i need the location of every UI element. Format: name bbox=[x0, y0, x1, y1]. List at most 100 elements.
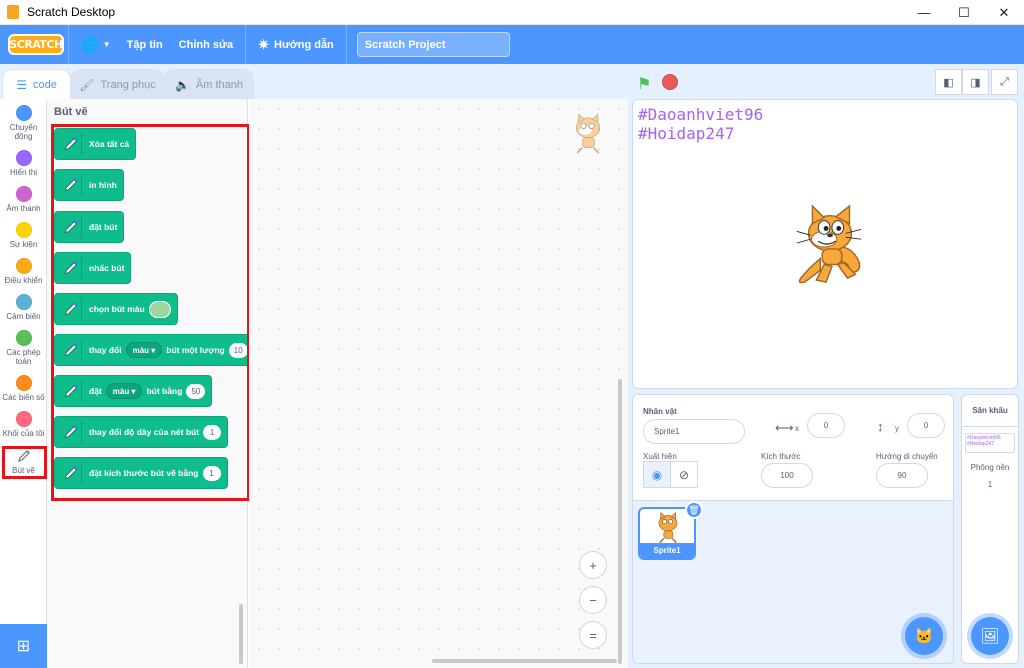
extension-icon: ⊞ bbox=[16, 638, 31, 655]
pen-blocks-highlight bbox=[51, 124, 250, 501]
workspace-vertical-scrollbar[interactable] bbox=[618, 379, 622, 664]
category-menu: Chuyển động Hiển thị Âm thanh Sự kiện Đi… bbox=[0, 99, 47, 624]
backdrops-count: 1 bbox=[987, 480, 993, 489]
category-looks[interactable]: Hiển thị bbox=[0, 150, 47, 177]
tab-costumes[interactable]: 🖌 Trang phục bbox=[70, 69, 165, 99]
zoom-out-icon: − bbox=[589, 592, 597, 608]
x-arrows-icon: ⟷ bbox=[775, 420, 794, 435]
category-motion[interactable]: Chuyển động bbox=[0, 105, 47, 141]
small-stage-button[interactable]: ◧ bbox=[935, 69, 962, 95]
category-dot bbox=[15, 411, 32, 427]
tab-code-label: code bbox=[32, 78, 57, 91]
sprite-list: Sprite1 🗑 🐱 bbox=[633, 501, 953, 663]
tutorials-menu[interactable]: ✷ Hướng dẫn bbox=[250, 25, 342, 64]
menu-divider bbox=[245, 25, 247, 64]
maximize-button[interactable]: ☐ bbox=[944, 0, 984, 25]
scratch-logo[interactable]: SCRATCH bbox=[8, 34, 64, 55]
category-sound[interactable]: Âm thanh bbox=[0, 186, 47, 213]
category-my-blocks[interactable]: Khối của tôi bbox=[0, 411, 47, 438]
large-stage-button[interactable]: ◨ bbox=[962, 69, 989, 95]
eye-slash-icon: ⊘ bbox=[678, 467, 690, 482]
image-add-icon: 🖼 bbox=[980, 628, 1000, 645]
globe-icon: 🌐 bbox=[81, 36, 100, 54]
sprite-thumbnail bbox=[658, 512, 678, 544]
zoom-in-button[interactable]: + bbox=[579, 551, 607, 579]
stage-canvas[interactable]: #Daoanhviet96 #Hoidap247 bbox=[632, 99, 1018, 389]
show-sprite-button[interactable]: ◉ bbox=[643, 461, 671, 488]
tab-costumes-label: Trang phục bbox=[100, 78, 156, 91]
y-input[interactable]: 0 bbox=[907, 413, 945, 438]
size-label: Kích thước bbox=[761, 452, 801, 461]
palette-scrollbar[interactable] bbox=[239, 604, 243, 664]
project-title-input[interactable]: Scratch Project bbox=[356, 32, 510, 57]
category-operators[interactable]: Các phép toán bbox=[0, 330, 47, 366]
edit-menu[interactable]: Chỉnh sửa bbox=[171, 25, 241, 64]
menu-divider bbox=[345, 25, 347, 64]
tutorials-label: Hướng dẫn bbox=[274, 38, 334, 51]
palette-heading: Bút vẽ bbox=[54, 106, 88, 118]
tab-code[interactable]: ☰ code bbox=[2, 69, 71, 99]
pen-category-highlight bbox=[2, 446, 47, 479]
close-button[interactable]: ✕ bbox=[984, 0, 1024, 25]
category-dot bbox=[15, 375, 32, 391]
chevron-down-icon: ▼ bbox=[102, 40, 111, 49]
category-sensing[interactable]: Cảm biến bbox=[0, 294, 47, 321]
file-menu[interactable]: Tập tin bbox=[119, 25, 171, 64]
tab-sounds-label: Âm thanh bbox=[195, 78, 244, 91]
lightbulb-icon: ✷ bbox=[258, 36, 269, 52]
cat-add-icon: 🐱 bbox=[914, 628, 934, 645]
x-input[interactable]: 0 bbox=[807, 413, 845, 438]
menu-divider bbox=[68, 25, 69, 64]
sprite-name-label: Nhân vật bbox=[643, 407, 677, 416]
app-icon bbox=[7, 5, 19, 19]
category-dot bbox=[15, 330, 32, 346]
stage-text-line: #Daoanhviet96 bbox=[638, 105, 764, 124]
script-workspace[interactable]: + − = bbox=[249, 99, 628, 668]
window-title: Scratch Desktop bbox=[27, 5, 116, 19]
category-dot bbox=[15, 105, 32, 121]
tab-sounds[interactable]: 🔈 Âm thanh bbox=[164, 69, 254, 99]
category-variables[interactable]: Các biến số bbox=[0, 375, 47, 402]
zoom-out-button[interactable]: − bbox=[579, 586, 607, 614]
stage-text: #Daoanhviet96 #Hoidap247 bbox=[638, 105, 763, 143]
sprite-watermark-icon bbox=[575, 113, 601, 154]
add-extension-button[interactable]: ⊞ bbox=[0, 624, 47, 668]
category-dot bbox=[15, 294, 32, 310]
hide-sprite-button[interactable]: ⊘ bbox=[670, 461, 698, 488]
stage-selector[interactable]: Sân khấu #Daoanhviet96 #Hoidap247 Phông … bbox=[961, 394, 1019, 664]
backdrops-label: Phông nền bbox=[970, 463, 1010, 472]
size-input[interactable]: 100 bbox=[761, 463, 813, 488]
category-dot bbox=[15, 150, 32, 166]
code-icon: ☰ bbox=[16, 77, 27, 92]
stage-panel-title: Sân khấu bbox=[962, 395, 1018, 427]
fullscreen-button[interactable]: ⤢ bbox=[991, 69, 1018, 95]
fullscreen-icon: ⤢ bbox=[1000, 75, 1009, 88]
choose-sprite-button[interactable]: 🐱 bbox=[905, 617, 943, 655]
sprite-name-input[interactable]: Sprite1 bbox=[643, 419, 745, 444]
stage-section: ⚑ ◧ ◨ ⤢ #Daoanhviet96 #Hoidap247 Nhân vậ… bbox=[628, 64, 1024, 668]
category-control[interactable]: Điều khiển bbox=[0, 258, 47, 285]
zoom-reset-button[interactable]: = bbox=[579, 621, 607, 649]
cat-sprite[interactable] bbox=[791, 204, 869, 288]
choose-backdrop-button[interactable]: 🖼 bbox=[971, 617, 1009, 655]
category-dot bbox=[15, 186, 32, 202]
language-menu[interactable]: 🌐 ▼ bbox=[73, 25, 119, 64]
workspace-horizontal-scrollbar[interactable] bbox=[432, 659, 617, 663]
menu-bar: SCRATCH 🌐 ▼ Tập tin Chỉnh sửa ✷ Hướng dẫ… bbox=[0, 25, 1024, 64]
category-events[interactable]: Sự kiện bbox=[0, 222, 47, 249]
direction-input[interactable]: 90 bbox=[876, 463, 928, 488]
minimize-button[interactable]: — bbox=[904, 0, 944, 25]
backdrop-thumbnail: #Daoanhviet96 #Hoidap247 bbox=[965, 433, 1015, 453]
large-stage-icon: ◨ bbox=[970, 76, 981, 89]
stop-icon[interactable] bbox=[662, 74, 678, 90]
sprite-info: Nhân vật Sprite1 ⟷ x 0 ↕ y 0 Xuất hiện ◉… bbox=[633, 395, 953, 501]
eye-icon: ◉ bbox=[651, 467, 663, 482]
delete-sprite-button[interactable]: 🗑 bbox=[685, 501, 703, 519]
small-stage-icon: ◧ bbox=[943, 76, 954, 89]
sprite-card-name: Sprite1 bbox=[640, 543, 694, 558]
category-label: Khối của tôi bbox=[2, 429, 45, 438]
green-flag-icon[interactable]: ⚑ bbox=[637, 74, 651, 94]
category-dot bbox=[15, 222, 32, 238]
category-label: Cảm biến bbox=[6, 312, 41, 321]
category-label: Chuyển động bbox=[9, 123, 38, 141]
